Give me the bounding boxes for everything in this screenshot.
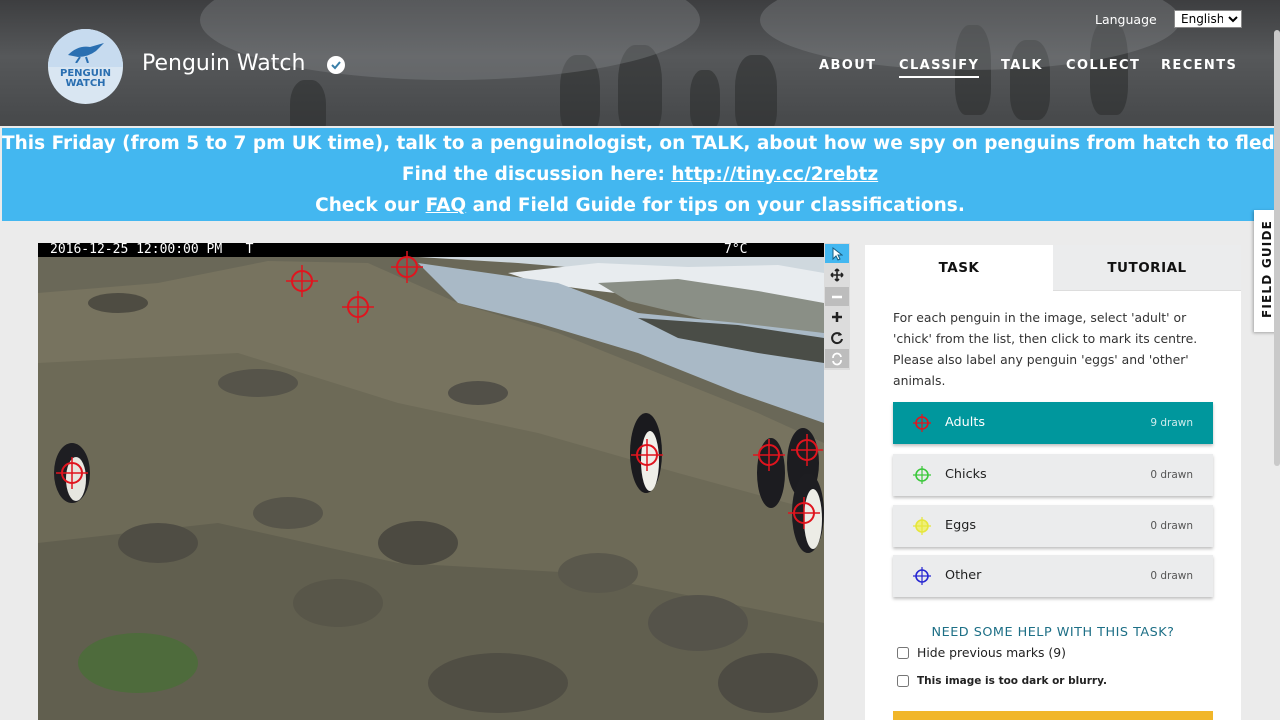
tab-tutorial[interactable]: TUTORIAL [1053,245,1241,291]
timestamp-bar: 2016-12-25 12:00:00 PM T 7°C [38,243,824,257]
adult-marker[interactable] [751,437,787,473]
egg-crosshair-icon [913,517,931,535]
subject-image[interactable]: 2016-12-25 12:00:00 PM T 7°C [38,243,824,720]
tool-count: 0 drawn [1150,469,1193,481]
hide-marks-option[interactable]: Hide previous marks (9) [897,645,1066,660]
rotate-icon[interactable] [825,328,849,347]
announcement-banner: This Friday (from 5 to 7 pm UK time), ta… [2,128,1280,221]
tool-label: Adults [945,415,986,430]
other-crosshair-icon [913,567,931,585]
tool-label: Other [945,568,982,583]
announcement-line: Find the discussion here: http://tiny.cc… [2,164,1278,185]
too-dark-label: This image is too dark or blurry. [917,675,1107,687]
temperature-text: 7°C [724,243,748,257]
too-dark-checkbox[interactable] [897,675,909,687]
tool-eggs-button[interactable]: Eggs 0 drawn [893,505,1213,547]
adult-marker[interactable] [54,455,90,491]
task-panel: TASK TUTORIAL For each penguin in the im… [865,245,1241,720]
help-link[interactable]: NEED SOME HELP WITH THIS TASK? [893,625,1213,640]
image-toolbar [824,243,850,370]
adult-marker[interactable] [789,432,824,468]
done-button[interactable] [893,711,1213,720]
tool-count: 0 drawn [1150,520,1193,532]
move-icon[interactable] [825,265,849,284]
penguin-icon [68,43,104,63]
nav-classify[interactable]: CLASSIFY [899,58,980,78]
tool-count: 0 drawn [1150,570,1193,582]
nav-talk[interactable]: TALK [1001,58,1043,73]
check-circle-icon [327,56,345,74]
announcement-line: Check our FAQ and Field Guide for tips o… [2,195,1278,216]
language-select[interactable]: English [1174,10,1242,28]
reset-icon[interactable] [825,349,849,368]
tab-task[interactable]: TASK [865,245,1053,291]
too-dark-option[interactable]: This image is too dark or blurry. [897,675,1107,687]
zoom-out-icon[interactable] [825,287,849,306]
announcement-text: Check our [315,195,426,216]
scrollbar[interactable] [1274,30,1280,466]
nav-collect[interactable]: COLLECT [1066,58,1140,73]
adult-marker[interactable] [786,495,822,531]
chick-crosshair-icon [913,466,931,484]
tool-label: Chicks [945,467,987,482]
task-instructions: For each penguin in the image, select 'a… [893,310,1198,388]
tool-count: 9 drawn [1150,417,1193,429]
faq-link[interactable]: FAQ [426,195,467,216]
project-header: PENGUIN WATCH Penguin Watch Language Eng… [0,0,1280,126]
discussion-link[interactable]: http://tiny.cc/2rebtz [671,164,878,185]
tool-chicks-button[interactable]: Chicks 0 drawn [893,454,1213,496]
adult-marker[interactable] [389,249,425,285]
hide-marks-label: Hide previous marks (9) [917,645,1066,660]
adult-marker[interactable] [629,437,665,473]
project-title[interactable]: Penguin Watch [142,51,305,76]
hide-marks-checkbox[interactable] [897,646,909,659]
adult-marker[interactable] [340,289,376,325]
tool-adults-button[interactable]: Adults 9 drawn [893,402,1213,444]
project-logo[interactable]: PENGUIN WATCH [48,29,123,104]
nav-about[interactable]: ABOUT [819,58,876,73]
nav-recents[interactable]: RECENTS [1161,58,1237,73]
zoom-in-icon[interactable] [825,307,849,326]
pointer-icon[interactable] [825,244,849,263]
adult-marker[interactable] [284,263,320,299]
adult-crosshair-icon [913,414,931,432]
camera-trap-photo [38,257,824,720]
tool-label: Eggs [945,518,976,533]
tool-other-button[interactable]: Other 0 drawn [893,555,1213,597]
language-label: Language [1095,12,1157,27]
logo-text: WATCH [65,78,106,89]
announcement-text: and Field Guide for tips on your classif… [466,195,965,216]
timestamp-text: 2016-12-25 12:00:00 PM T [50,243,254,257]
announcement-text: Find the discussion here: [401,164,672,185]
field-guide-label: FIELD GUIDE [1260,219,1274,319]
announcement-line: This Friday (from 5 to 7 pm UK time), ta… [2,133,1280,154]
